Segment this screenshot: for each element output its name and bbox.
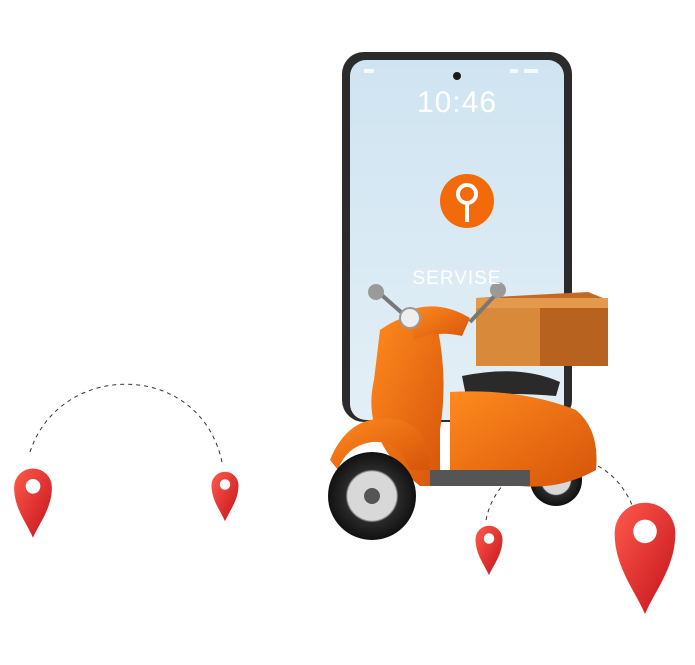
app-location-icon [440,174,494,228]
map-pin-icon [211,471,239,522]
app-brand-label: SERVISE [412,268,502,289]
map-pin-icon [14,468,52,538]
map-pin-icon [614,502,676,614]
delivery-illustration [14,52,676,614]
map-pin-icon [475,525,503,576]
delivery-box [476,292,608,366]
route-arc-left [29,383,223,463]
phone-clock: 10:46 [416,86,498,119]
